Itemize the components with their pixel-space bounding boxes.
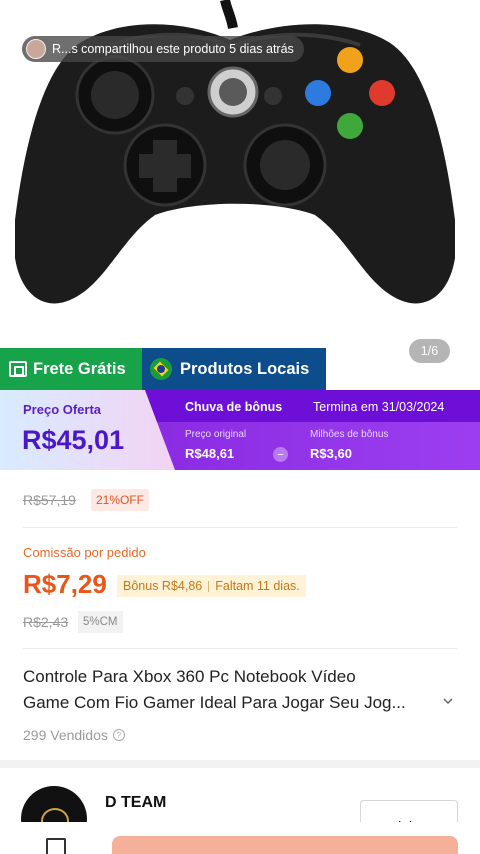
bonus-remaining: Faltam 11 dias. bbox=[215, 579, 300, 593]
local-products-label: Produtos Locais bbox=[180, 359, 310, 378]
original-price-label: Preço original bbox=[185, 429, 247, 440]
brazil-flag-icon bbox=[150, 358, 172, 380]
image-counter: 1/6 bbox=[409, 339, 450, 363]
sold-count-text: 299 Vendidos bbox=[23, 727, 108, 743]
free-shipping-label: Frete Grátis bbox=[33, 359, 126, 378]
offer-price-value: R$45,01 bbox=[22, 425, 125, 455]
product-title[interactable]: Controle Para Xbox 360 Pc Notebook Vídeo… bbox=[23, 664, 443, 716]
original-price-value: R$48,61 bbox=[185, 446, 235, 461]
bonus-chip: Bônus R$4,86 Faltam 11 dias. bbox=[117, 575, 306, 597]
commission-rate-badge: 5%CM bbox=[78, 611, 123, 633]
store-icon[interactable] bbox=[46, 838, 66, 854]
product-page: R...s compartilhou este produto 5 dias a… bbox=[0, 0, 480, 854]
bonus-millions-value: R$3,60 bbox=[310, 446, 352, 461]
discount-badge: 21%OFF bbox=[91, 489, 150, 511]
bonus-amount: Bônus R$4,86 bbox=[123, 579, 203, 593]
bonus-rain-title: Chuva de bônus bbox=[185, 400, 283, 414]
chevron-down-icon[interactable] bbox=[442, 695, 454, 707]
commission-label: Comissão por pedido bbox=[23, 545, 146, 560]
divider bbox=[23, 648, 457, 649]
old-price: R$57,19 bbox=[23, 492, 76, 508]
product-image-gallery[interactable]: R...s compartilhou este produto 5 dias a… bbox=[0, 0, 480, 390]
info-icon[interactable]: ? bbox=[112, 729, 125, 741]
commission-value: R$7,29 bbox=[23, 569, 107, 599]
bonus-end-date: Termina em 31/03/2024 bbox=[313, 400, 445, 414]
bonus-separator bbox=[208, 580, 210, 592]
product-title-line-1: Controle Para Xbox 360 Pc Notebook Vídeo bbox=[23, 667, 356, 686]
commission-old-value: R$2,43 bbox=[23, 614, 69, 630]
local-products-badge: Produtos Locais bbox=[142, 348, 326, 390]
shipping-icon bbox=[9, 361, 27, 377]
primary-action-button[interactable] bbox=[112, 836, 458, 854]
share-notice: R...s compartilhou este produto 5 dias a… bbox=[22, 36, 304, 62]
product-title-line-2: Game Com Fio Gamer Ideal Para Jogar Seu … bbox=[23, 693, 406, 712]
bonus-millions-label: Milhões de bônus bbox=[310, 429, 389, 440]
offer-price-label: Preço Oferta bbox=[23, 402, 102, 417]
share-text: R...s compartilhou este produto 5 dias a… bbox=[52, 42, 294, 56]
minus-icon: − bbox=[273, 447, 288, 462]
sold-count: 299 Vendidos ? bbox=[23, 727, 125, 743]
divider bbox=[23, 527, 457, 528]
shop-name[interactable]: D TEAM bbox=[105, 794, 166, 812]
avatar bbox=[26, 39, 46, 59]
free-shipping-badge: Frete Grátis bbox=[0, 348, 142, 390]
section-divider bbox=[0, 760, 480, 768]
